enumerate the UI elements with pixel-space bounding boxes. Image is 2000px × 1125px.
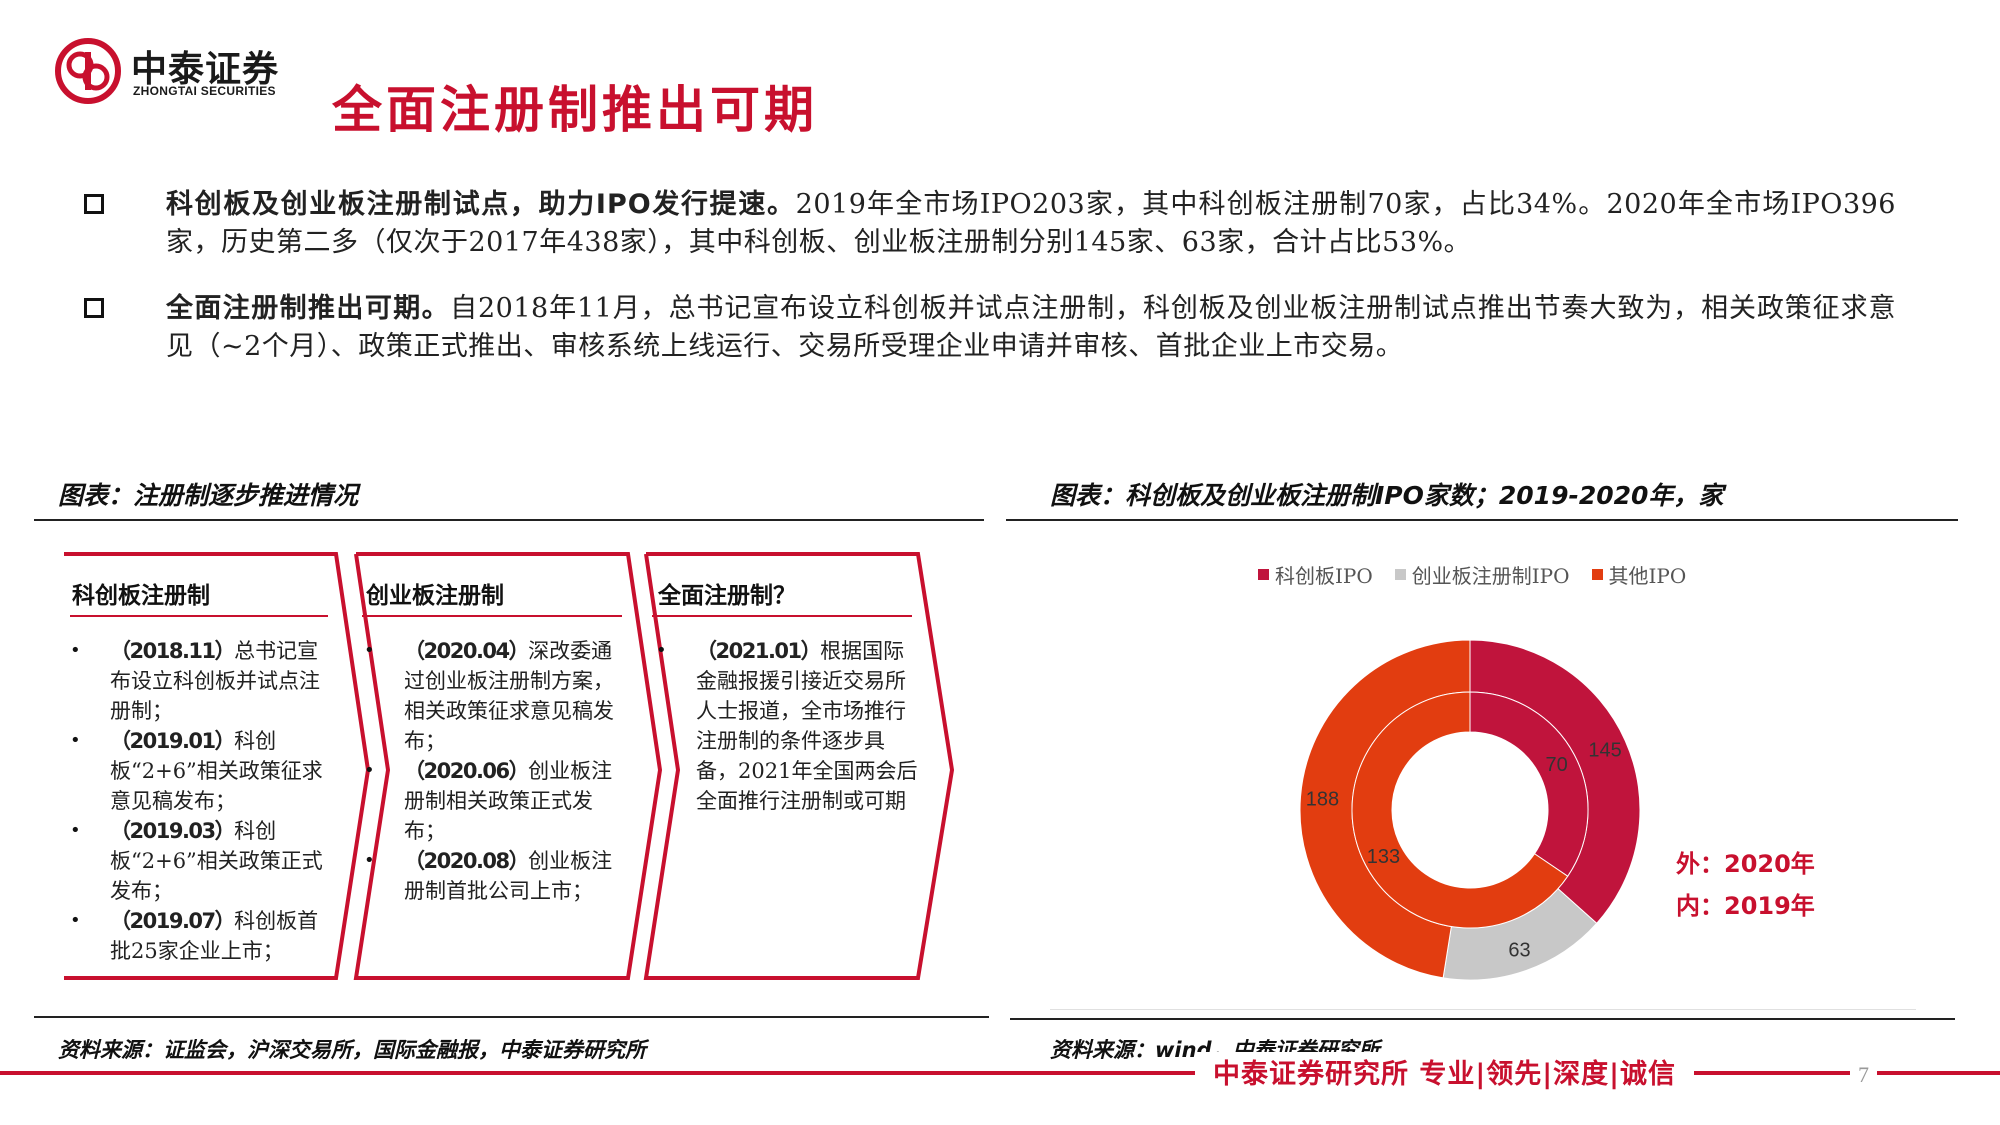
bullet-square-icon	[84, 298, 104, 318]
left-title-divider	[34, 519, 984, 521]
list-item: （2019.01）科创板“2+6”相关政策征求意见稿发布；	[66, 726, 336, 816]
legend-item: 其他IPO	[1591, 560, 1687, 589]
list-item: （2018.11）总书记宣布设立科创板并试点注册制；	[66, 636, 336, 726]
right-source-divider	[1010, 1018, 1955, 1020]
zhongtai-logo-icon	[55, 38, 121, 104]
left-chart-title: 图表：注册制逐步推进情况	[58, 481, 359, 510]
list-item: （2019.03）科创板“2+6”相关政策正式发布；	[66, 816, 336, 906]
stage-2-heading: 创业板注册制	[366, 583, 504, 609]
list-item: （2019.07）科创板首批25家企业上市；	[66, 906, 336, 966]
right-title-divider	[1006, 519, 1958, 521]
logo-english-name: ZHONGTAI SECURITIES	[133, 84, 276, 98]
donut-value-label: 133	[1367, 846, 1400, 868]
legend-label: 其他IPO	[1608, 564, 1687, 588]
list-item: （2020.08）创业板注册制首批公司上市；	[360, 846, 632, 906]
bullet-square-icon	[84, 194, 104, 214]
stage-2-list: （2020.04）深改委通过创业板注册制方案，相关政策征求意见稿发布； （202…	[360, 636, 632, 906]
chart-baseline	[1050, 1009, 1916, 1010]
list-item: （2020.06）创业板注册制相关政策正式发布；	[360, 756, 632, 846]
legend-item: 创业板注册制IPO	[1394, 560, 1570, 589]
stage-1-list: （2018.11）总书记宣布设立科创板并试点注册制； （2019.01）科创板“…	[66, 636, 336, 966]
ipo-nested-donut-chart: 145 63 188 70 133	[1300, 640, 1640, 980]
bullet-2-lead: 全面注册制推出可期。	[166, 293, 451, 324]
page-number: 7	[1850, 1062, 1877, 1088]
donut-value-label: 70	[1545, 754, 1567, 776]
left-source-note: 资料来源：证监会，沪深交易所，国际金融报，中泰证券研究所	[58, 1038, 646, 1062]
donut-value-label: 63	[1508, 939, 1530, 961]
bullet-paragraph-2: 全面注册制推出可期。自2018年11月，总书记宣布设立科创板并试点注册制，科创板…	[166, 290, 1896, 366]
bullet-paragraph-1: 科创板及创业板注册制试点，助力IPO发行提速。2019年全市场IPO203家，其…	[166, 186, 1896, 262]
stage-3-heading: 全面注册制？	[658, 583, 796, 609]
legend-item: 科创板IPO	[1258, 560, 1373, 589]
company-logo: 中泰证券 ZHONGTAI SECURITIES	[55, 38, 305, 108]
right-chart-title: 图表：科创板及创业板注册制IPO家数；2019-2020年，家	[1050, 481, 1724, 510]
stage-1-heading: 科创板注册制	[72, 583, 210, 609]
bullet-1-lead: 科创板及创业板注册制试点，助力IPO发行提速。	[166, 189, 796, 220]
legend-label: 科创板IPO	[1275, 564, 1373, 588]
left-source-divider	[34, 1016, 989, 1018]
legend-swatch-icon	[1591, 569, 1603, 580]
inner-ring-annotation: 内：2019年	[1676, 892, 1815, 920]
outer-ring-annotation: 外：2020年	[1676, 850, 1815, 878]
footer-bar	[0, 1071, 2000, 1075]
legend-swatch-icon	[1394, 569, 1406, 580]
stage-3-list: （2021.01）根据国际金融报援引接近交易所人士报道，全市场推行注册制的条件逐…	[652, 636, 924, 816]
legend-swatch-icon	[1258, 569, 1269, 580]
list-item: （2020.04）深改委通过创业板注册制方案，相关政策征求意见稿发布；	[360, 636, 632, 756]
footer-slogan: 中泰证券研究所 专业|领先|深度|诚信	[1195, 1052, 1694, 1091]
legend-label: 创业板注册制IPO	[1411, 564, 1570, 588]
chart-legend: 科创板IPO 创业板注册制IPO 其他IPO	[1258, 560, 1686, 589]
donut-value-label: 188	[1306, 788, 1339, 810]
list-item: （2021.01）根据国际金融报援引接近交易所人士报道，全市场推行注册制的条件逐…	[652, 636, 924, 816]
page-title: 全面注册制推出可期	[332, 81, 818, 139]
donut-value-label: 145	[1588, 740, 1621, 762]
